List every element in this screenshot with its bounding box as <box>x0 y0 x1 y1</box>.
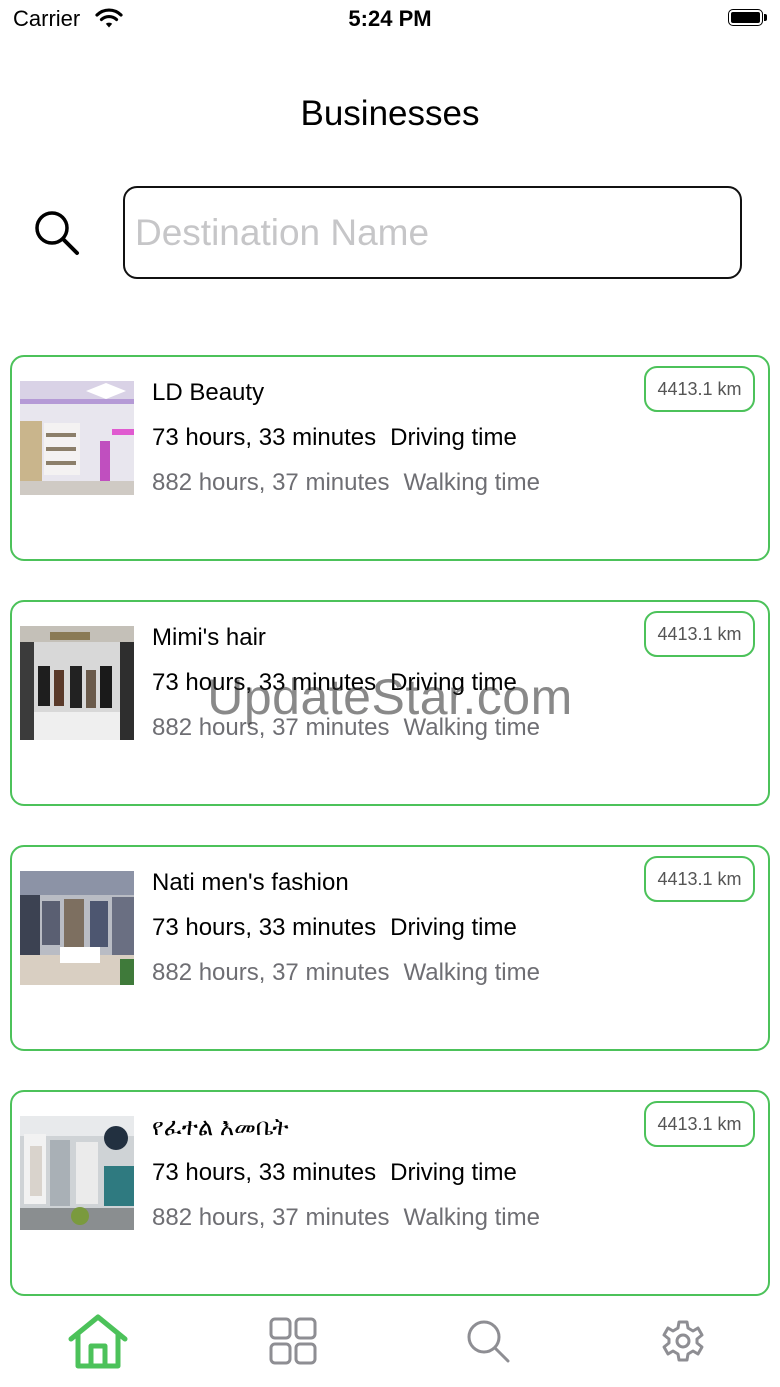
business-thumbnail <box>20 1116 134 1230</box>
business-name: Mimi's hair <box>152 624 266 651</box>
home-icon <box>66 1312 130 1375</box>
walking-time: 882 hours, 37 minutes Walking time <box>152 469 540 497</box>
page-title: Businesses <box>300 94 480 133</box>
clock: 5:24 PM <box>348 6 432 31</box>
walking-time-value: 882 hours, 37 minutes <box>152 959 390 986</box>
gear-icon <box>660 1318 706 1369</box>
driving-time-value: 73 hours, 33 minutes <box>152 1159 377 1186</box>
driving-time: 73 hours, 33 minutes Driving time <box>152 1159 517 1187</box>
business-name: የፈተል እመቤት <box>152 1114 289 1141</box>
driving-time: 73 hours, 33 minutes Driving time <box>152 424 517 452</box>
business-thumbnail <box>20 871 134 985</box>
walking-time: 882 hours, 37 minutes Walking time <box>152 1204 540 1232</box>
business-thumbnail <box>20 381 134 495</box>
business-card[interactable]: LD Beauty 73 hours, 33 minutes Driving ti… <box>10 355 770 561</box>
walking-time-label: Walking time <box>403 714 540 741</box>
tab-bar <box>0 1296 780 1387</box>
walking-time: 882 hours, 37 minutes Walking time <box>152 714 540 742</box>
walking-time-value: 882 hours, 37 minutes <box>152 714 390 741</box>
tab-search[interactable] <box>455 1312 521 1374</box>
driving-time-label: Driving time <box>390 669 517 696</box>
business-name: LD Beauty <box>152 379 265 406</box>
tab-categories[interactable] <box>260 1312 326 1374</box>
distance-badge: 4413.1 km <box>644 856 755 902</box>
status-bar: Carrier 5:24 PM <box>0 0 780 40</box>
distance-badge: 4413.1 km <box>644 1101 755 1147</box>
distance-badge: 4413.1 km <box>644 366 755 412</box>
walking-time-label: Walking time <box>403 1204 540 1231</box>
tab-settings[interactable] <box>650 1312 716 1374</box>
business-thumbnail <box>20 626 134 740</box>
battery-icon <box>728 9 768 28</box>
grid-icon <box>269 1317 317 1370</box>
business-card[interactable]: Mimi's hair 73 hours, 33 minutes Driving … <box>10 600 770 806</box>
driving-time-value: 73 hours, 33 minutes <box>152 914 377 941</box>
walking-time-value: 882 hours, 37 minutes <box>152 1204 390 1231</box>
driving-time-value: 73 hours, 33 minutes <box>152 424 377 451</box>
driving-time-value: 73 hours, 33 minutes <box>152 669 377 696</box>
driving-time-label: Driving time <box>390 1159 517 1186</box>
distance-badge: 4413.1 km <box>644 611 755 657</box>
walking-time-value: 882 hours, 37 minutes <box>152 469 390 496</box>
walking-time-label: Walking time <box>403 959 540 986</box>
business-name: Nati men's fashion <box>152 869 349 896</box>
driving-time: 73 hours, 33 minutes Driving time <box>152 914 517 942</box>
walking-time-label: Walking time <box>403 469 540 496</box>
business-card[interactable]: የፈተል እመቤት 73 hours, 33 minutes Driving ti… <box>10 1090 770 1296</box>
search-icon <box>465 1318 511 1369</box>
driving-time-label: Driving time <box>390 914 517 941</box>
walking-time: 882 hours, 37 minutes Walking time <box>152 959 540 987</box>
destination-search-input[interactable] <box>123 186 742 279</box>
driving-time-label: Driving time <box>390 424 517 451</box>
business-card[interactable]: Nati men's fashion 73 hours, 33 minutes D… <box>10 845 770 1051</box>
search-icon[interactable] <box>32 208 82 258</box>
tab-home[interactable] <box>65 1312 131 1374</box>
driving-time: 73 hours, 33 minutes Driving time <box>152 669 517 697</box>
